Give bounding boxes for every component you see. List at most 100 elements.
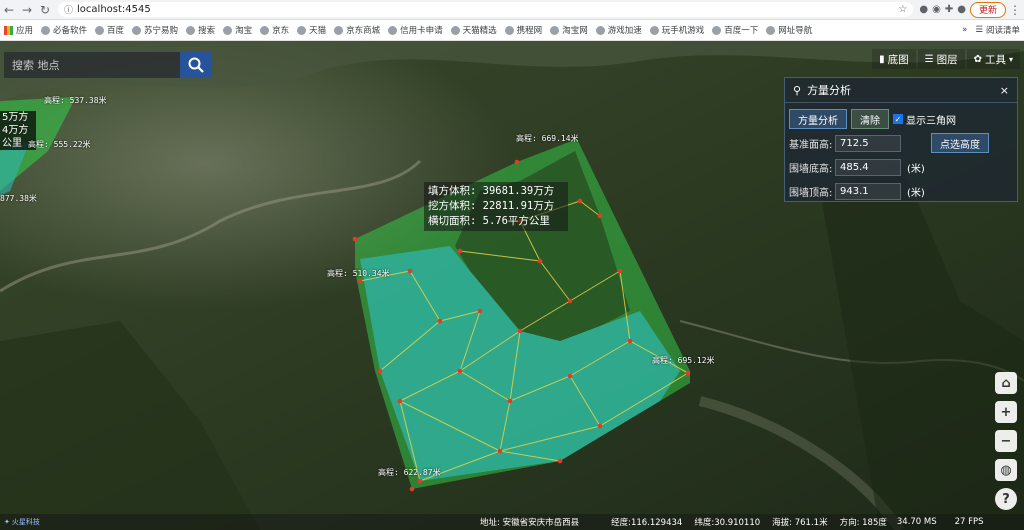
bookmark-item[interactable]: 天猫精选 xyxy=(450,24,497,36)
map-viewport[interactable]: 5万方 4万方 公里 高程: 537.38米 高程: 555.22米 877.3… xyxy=(0,41,1024,530)
cut-volume-text: 挖方体积: 22811.91万方 xyxy=(428,200,555,212)
field-label: 围墙顶高: xyxy=(789,187,833,199)
bookmark-item[interactable]: 淘宝网 xyxy=(550,24,588,36)
unit-label: (米) xyxy=(907,187,925,199)
close-icon[interactable]: × xyxy=(1000,84,1009,97)
vertex xyxy=(477,308,483,314)
vertex xyxy=(497,448,503,454)
bookmark-icon xyxy=(95,25,105,35)
vertex xyxy=(537,258,543,264)
bookmark-icon xyxy=(649,25,659,35)
heading-text: 方向: 185度 xyxy=(839,518,887,528)
info-icon[interactable]: ⓘ xyxy=(64,3,73,16)
bookmark-item[interactable]: 京东 xyxy=(260,24,289,36)
basemap-button[interactable]: ▮ 底图 xyxy=(872,49,916,69)
panel-actions: 方量分析 清除 ✓ 显示三角网 xyxy=(785,108,1017,130)
ms-text: 34.70 MS xyxy=(896,517,937,527)
layers-button[interactable]: ☰ 图层 xyxy=(917,49,965,69)
bookmark-item[interactable]: 携程网 xyxy=(504,24,542,36)
extension-icon-2[interactable]: ◉ xyxy=(932,4,941,15)
pin-icon: ⚲ xyxy=(793,83,802,97)
volume-analysis-button[interactable]: 方量分析 xyxy=(789,109,847,129)
show-tin-checkbox[interactable]: ✓ xyxy=(893,114,903,124)
elevation-label: 高程: 555.22米 xyxy=(28,140,91,149)
bookmark-item[interactable]: 网址导航 xyxy=(766,24,812,36)
vertex xyxy=(577,198,583,204)
puzzle-icon[interactable]: ✚ xyxy=(945,4,953,15)
star-icon[interactable]: ☆ xyxy=(898,4,907,15)
field-label: 基准面高: xyxy=(789,139,833,151)
elevation-label: 高程: 622.87米 xyxy=(378,468,441,477)
vertex xyxy=(514,159,520,165)
vertex xyxy=(352,236,358,242)
bookmark-item[interactable]: 京东商城 xyxy=(334,24,380,36)
bookmark-item[interactable]: 游戏加速 xyxy=(595,24,642,36)
extension-icon[interactable]: ● xyxy=(919,4,928,15)
left-info-line: 5万方 xyxy=(2,112,29,123)
address-bar[interactable]: ⓘ localhost:4545 ☆ xyxy=(58,2,914,17)
menu-icon[interactable]: ⋮ xyxy=(1006,1,1024,19)
reload-icon[interactable]: ↻ xyxy=(36,1,54,19)
vertex xyxy=(457,368,463,374)
forward-icon[interactable]: → xyxy=(18,1,36,19)
bookmarks-more-button[interactable]: » xyxy=(962,25,967,35)
search-button[interactable] xyxy=(180,52,212,78)
bookmark-icon xyxy=(712,25,722,35)
search-input[interactable]: 搜索 地点 xyxy=(4,52,180,78)
url-text: localhost:4545 xyxy=(77,4,151,15)
profile-icon[interactable]: ● xyxy=(957,4,966,15)
zoom-out-button[interactable]: − xyxy=(995,430,1017,452)
vertex xyxy=(397,398,403,404)
vertex xyxy=(597,213,603,219)
base-height-input[interactable]: 712.5 xyxy=(835,134,901,152)
bookmark-icon xyxy=(388,25,398,35)
vertex xyxy=(357,278,363,284)
reading-list-button[interactable]: ☰ 阅读清单 xyxy=(975,24,1020,36)
vertex xyxy=(377,368,383,374)
globe-icon: ◍ xyxy=(1000,462,1012,478)
back-icon[interactable]: ← xyxy=(0,1,18,19)
zoom-in-button[interactable]: + xyxy=(995,401,1017,423)
globe-button[interactable]: ◍ xyxy=(995,459,1017,481)
bookmark-item[interactable]: 百度 xyxy=(95,24,124,36)
bookmark-icon xyxy=(223,25,233,35)
wall-top-row: 围墙顶高: 943.1 (米) xyxy=(785,180,1017,202)
bookmark-item[interactable]: 搜索 xyxy=(186,24,215,36)
panel-title: 方量分析 xyxy=(807,84,852,97)
vertex xyxy=(685,370,691,376)
bookmark-item[interactable]: 百度一下 xyxy=(712,24,758,36)
bookmark-item[interactable]: 淘宝 xyxy=(223,24,252,36)
bookmark-icon xyxy=(595,25,605,35)
bookmark-item[interactable]: 天猫 xyxy=(297,24,326,36)
bookmark-item[interactable]: 玩手机游戏 xyxy=(649,24,704,36)
vertex xyxy=(437,318,443,324)
bookmark-apps[interactable]: 应用 xyxy=(4,24,33,36)
help-button[interactable]: ? xyxy=(995,488,1017,510)
plus-icon: + xyxy=(1000,404,1012,420)
clear-button[interactable]: 清除 xyxy=(851,109,889,129)
minus-icon: − xyxy=(1000,433,1012,449)
bookmark-item[interactable]: 苏宁易购 xyxy=(132,24,178,36)
bookmark-icon xyxy=(260,25,270,35)
show-tin-label: 显示三角网 xyxy=(906,115,956,127)
home-button[interactable]: ⌂ xyxy=(995,372,1017,394)
bookmark-item[interactable]: 信用卡申请 xyxy=(388,24,443,36)
update-button[interactable]: 更新 xyxy=(969,1,1006,18)
wall-bottom-input[interactable]: 485.4 xyxy=(835,158,901,176)
panel-header: ⚲ 方量分析 × xyxy=(785,78,1017,103)
vertex xyxy=(597,423,603,429)
vertex xyxy=(417,478,423,484)
search-icon xyxy=(188,57,204,73)
bookmark-item[interactable]: 必备软件 xyxy=(41,24,87,36)
vertex xyxy=(567,298,573,304)
reading-list-icon: ☰ xyxy=(975,25,983,35)
vertex xyxy=(617,268,623,274)
wall-top-input[interactable]: 943.1 xyxy=(835,182,901,200)
volume-result-box: 填方体积: 39681.39万方 挖方体积: 22811.91万方 横切面积: … xyxy=(424,182,568,231)
tools-icon: ✿ xyxy=(973,53,982,65)
wall-bottom-row: 围墙底高: 485.4 (米) xyxy=(785,156,1017,178)
tools-button[interactable]: ✿ 工具 ▾ xyxy=(966,49,1020,69)
vertex xyxy=(507,398,513,404)
fill-volume-text: 填方体积: 39681.39万方 xyxy=(428,185,555,197)
pick-height-button[interactable]: 点选高度 xyxy=(931,133,989,153)
